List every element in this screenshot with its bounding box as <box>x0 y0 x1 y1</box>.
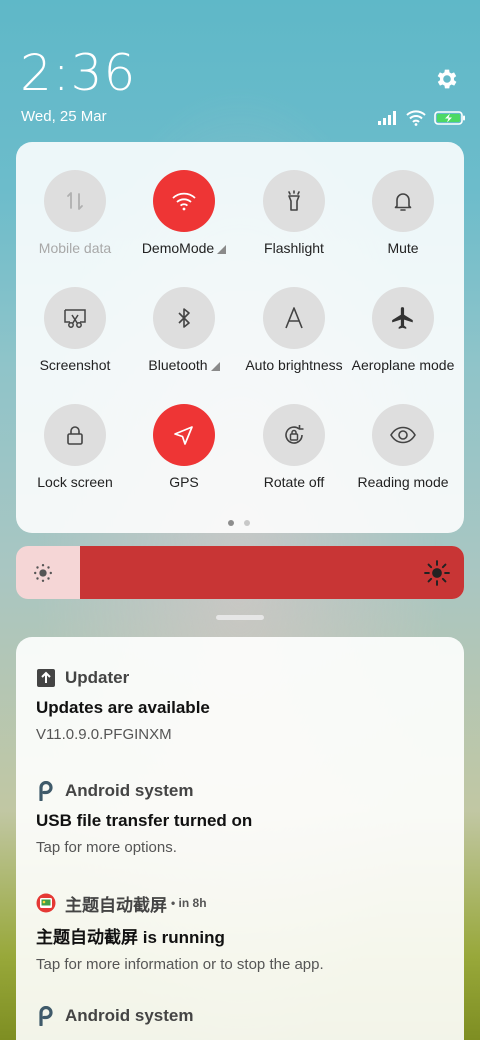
quick-settings-panel: Mobile data DemoMode Flashlight Mute Screens… <box>16 142 464 533</box>
flashlight-icon[interactable] <box>263 170 325 232</box>
tile-label-text: Flashlight <box>264 240 324 256</box>
tile-label: Lock screen <box>14 474 136 490</box>
brightness-fill <box>80 546 464 599</box>
page-dot-1 <box>228 520 234 526</box>
location-arrow-icon[interactable] <box>153 404 215 466</box>
notification-app-name: 主题自动截屏 <box>65 895 167 915</box>
date: Wed, 25 Mar <box>21 108 107 125</box>
tile-gps[interactable]: GPS <box>129 376 239 490</box>
tile-label-text: Bluetooth <box>148 357 208 373</box>
brightness-high-icon <box>424 560 450 586</box>
battery-charging-icon <box>434 111 465 125</box>
tile-label: Auto brightness <box>233 357 355 373</box>
mobile-data-icon[interactable] <box>44 170 106 232</box>
tile-label-text: Mobile data <box>38 240 112 256</box>
airplane-icon[interactable] <box>372 287 434 349</box>
tile-label-text: GPS <box>169 474 199 490</box>
notification-item[interactable]: Android system <box>36 1005 444 1027</box>
notification-body: V11.0.9.0.PFGINXM <box>36 726 172 743</box>
page-indicator <box>228 520 250 526</box>
clock: 2:36 <box>20 44 137 102</box>
tile-label: Screenshot <box>14 357 136 373</box>
notification-title: Updates are available <box>36 698 210 717</box>
bell-icon[interactable] <box>372 170 434 232</box>
notification-app-name: Updater <box>65 668 130 687</box>
bluetooth-icon[interactable] <box>153 287 215 349</box>
rotation-lock-icon[interactable] <box>263 404 325 466</box>
tile-label: Mute <box>342 240 464 256</box>
tile-bluetooth[interactable]: Bluetooth <box>129 259 239 373</box>
notification-body: Tap for more options. <box>36 839 177 856</box>
drag-handle[interactable] <box>216 615 264 620</box>
notification-app-name: Android system <box>65 781 194 800</box>
notification-app-name: Android system <box>65 1006 194 1025</box>
page-dot-2 <box>244 520 250 526</box>
signal-icon <box>378 111 396 125</box>
tile-mobile-data[interactable]: Mobile data <box>20 142 130 256</box>
tile-label: Bluetooth <box>123 357 245 373</box>
notification-header: Updater <box>36 667 444 689</box>
tile-flashlight[interactable]: Flashlight <box>239 142 349 256</box>
tile-label-text: DemoMode <box>141 240 215 256</box>
tile-label: Aeroplane mode <box>342 357 464 373</box>
tile-rotate-off[interactable]: Rotate off <box>239 376 349 490</box>
expand-triangle-icon[interactable] <box>217 245 227 254</box>
tile-label-text: Rotate off <box>263 474 325 490</box>
tile-label-text: Reading mode <box>357 474 449 490</box>
notification-item[interactable]: Android system USB file transfer turned o… <box>36 780 444 856</box>
screenshot-icon[interactable] <box>44 287 106 349</box>
status-icons <box>378 110 466 126</box>
notification-header: 主题自动截屏 • in 8h <box>36 892 444 915</box>
tile-mute[interactable]: Mute <box>348 142 458 256</box>
upload-arrow-icon <box>36 668 56 688</box>
eye-icon[interactable] <box>372 404 434 466</box>
notification-panel: Updater Updates are available V11.0.9.0.PF… <box>16 637 464 1040</box>
tile-auto-brightness[interactable]: Auto brightness <box>239 259 349 373</box>
tile-demomode[interactable]: DemoMode <box>129 142 239 256</box>
wifi-icon <box>406 110 426 126</box>
notification-time: • in 8h <box>171 896 207 910</box>
notification-body: Tap for more information or to stop the … <box>36 956 324 973</box>
status-bar: 2:36 Wed, 25 Mar <box>0 0 480 140</box>
expand-triangle-icon[interactable] <box>210 362 220 371</box>
brightness-low-icon <box>34 564 52 582</box>
theme-app-icon <box>36 893 56 913</box>
tile-lock-screen[interactable]: Lock screen <box>20 376 130 490</box>
wifi-icon[interactable] <box>153 170 215 232</box>
notification-header: Android system <box>36 1005 444 1027</box>
tile-label: Reading mode <box>342 474 464 490</box>
tile-label-text: Lock screen <box>37 474 113 490</box>
android-system-icon <box>36 1006 56 1026</box>
android-system-icon <box>36 781 56 801</box>
notification-item[interactable]: 主题自动截屏 • in 8h 主题自动截屏 is running Tap for mo… <box>36 892 444 973</box>
auto-brightness-icon[interactable] <box>263 287 325 349</box>
brightness-slider[interactable] <box>16 546 464 599</box>
lock-icon[interactable] <box>44 404 106 466</box>
tile-label: DemoMode <box>123 240 245 256</box>
notification-header: Android system <box>36 780 444 802</box>
tile-label: GPS <box>123 474 245 490</box>
tile-label-text: Aeroplane mode <box>351 357 455 373</box>
tile-label-text: Mute <box>387 240 419 256</box>
notification-item[interactable]: Updater Updates are available V11.0.9.0.PF… <box>36 667 444 743</box>
tile-label-text: Screenshot <box>39 357 111 373</box>
tile-label-text: Auto brightness <box>245 357 343 373</box>
tile-screenshot[interactable]: Screenshot <box>20 259 130 373</box>
tile-aeroplane-mode[interactable]: Aeroplane mode <box>348 259 458 373</box>
tile-label: Mobile data <box>14 240 136 256</box>
notification-title: 主题自动截屏 is running <box>36 928 225 947</box>
tile-reading-mode[interactable]: Reading mode <box>348 376 458 490</box>
gear-icon[interactable] <box>434 66 460 92</box>
notification-title: USB file transfer turned on <box>36 811 253 830</box>
tile-label: Rotate off <box>233 474 355 490</box>
tile-label: Flashlight <box>233 240 355 256</box>
